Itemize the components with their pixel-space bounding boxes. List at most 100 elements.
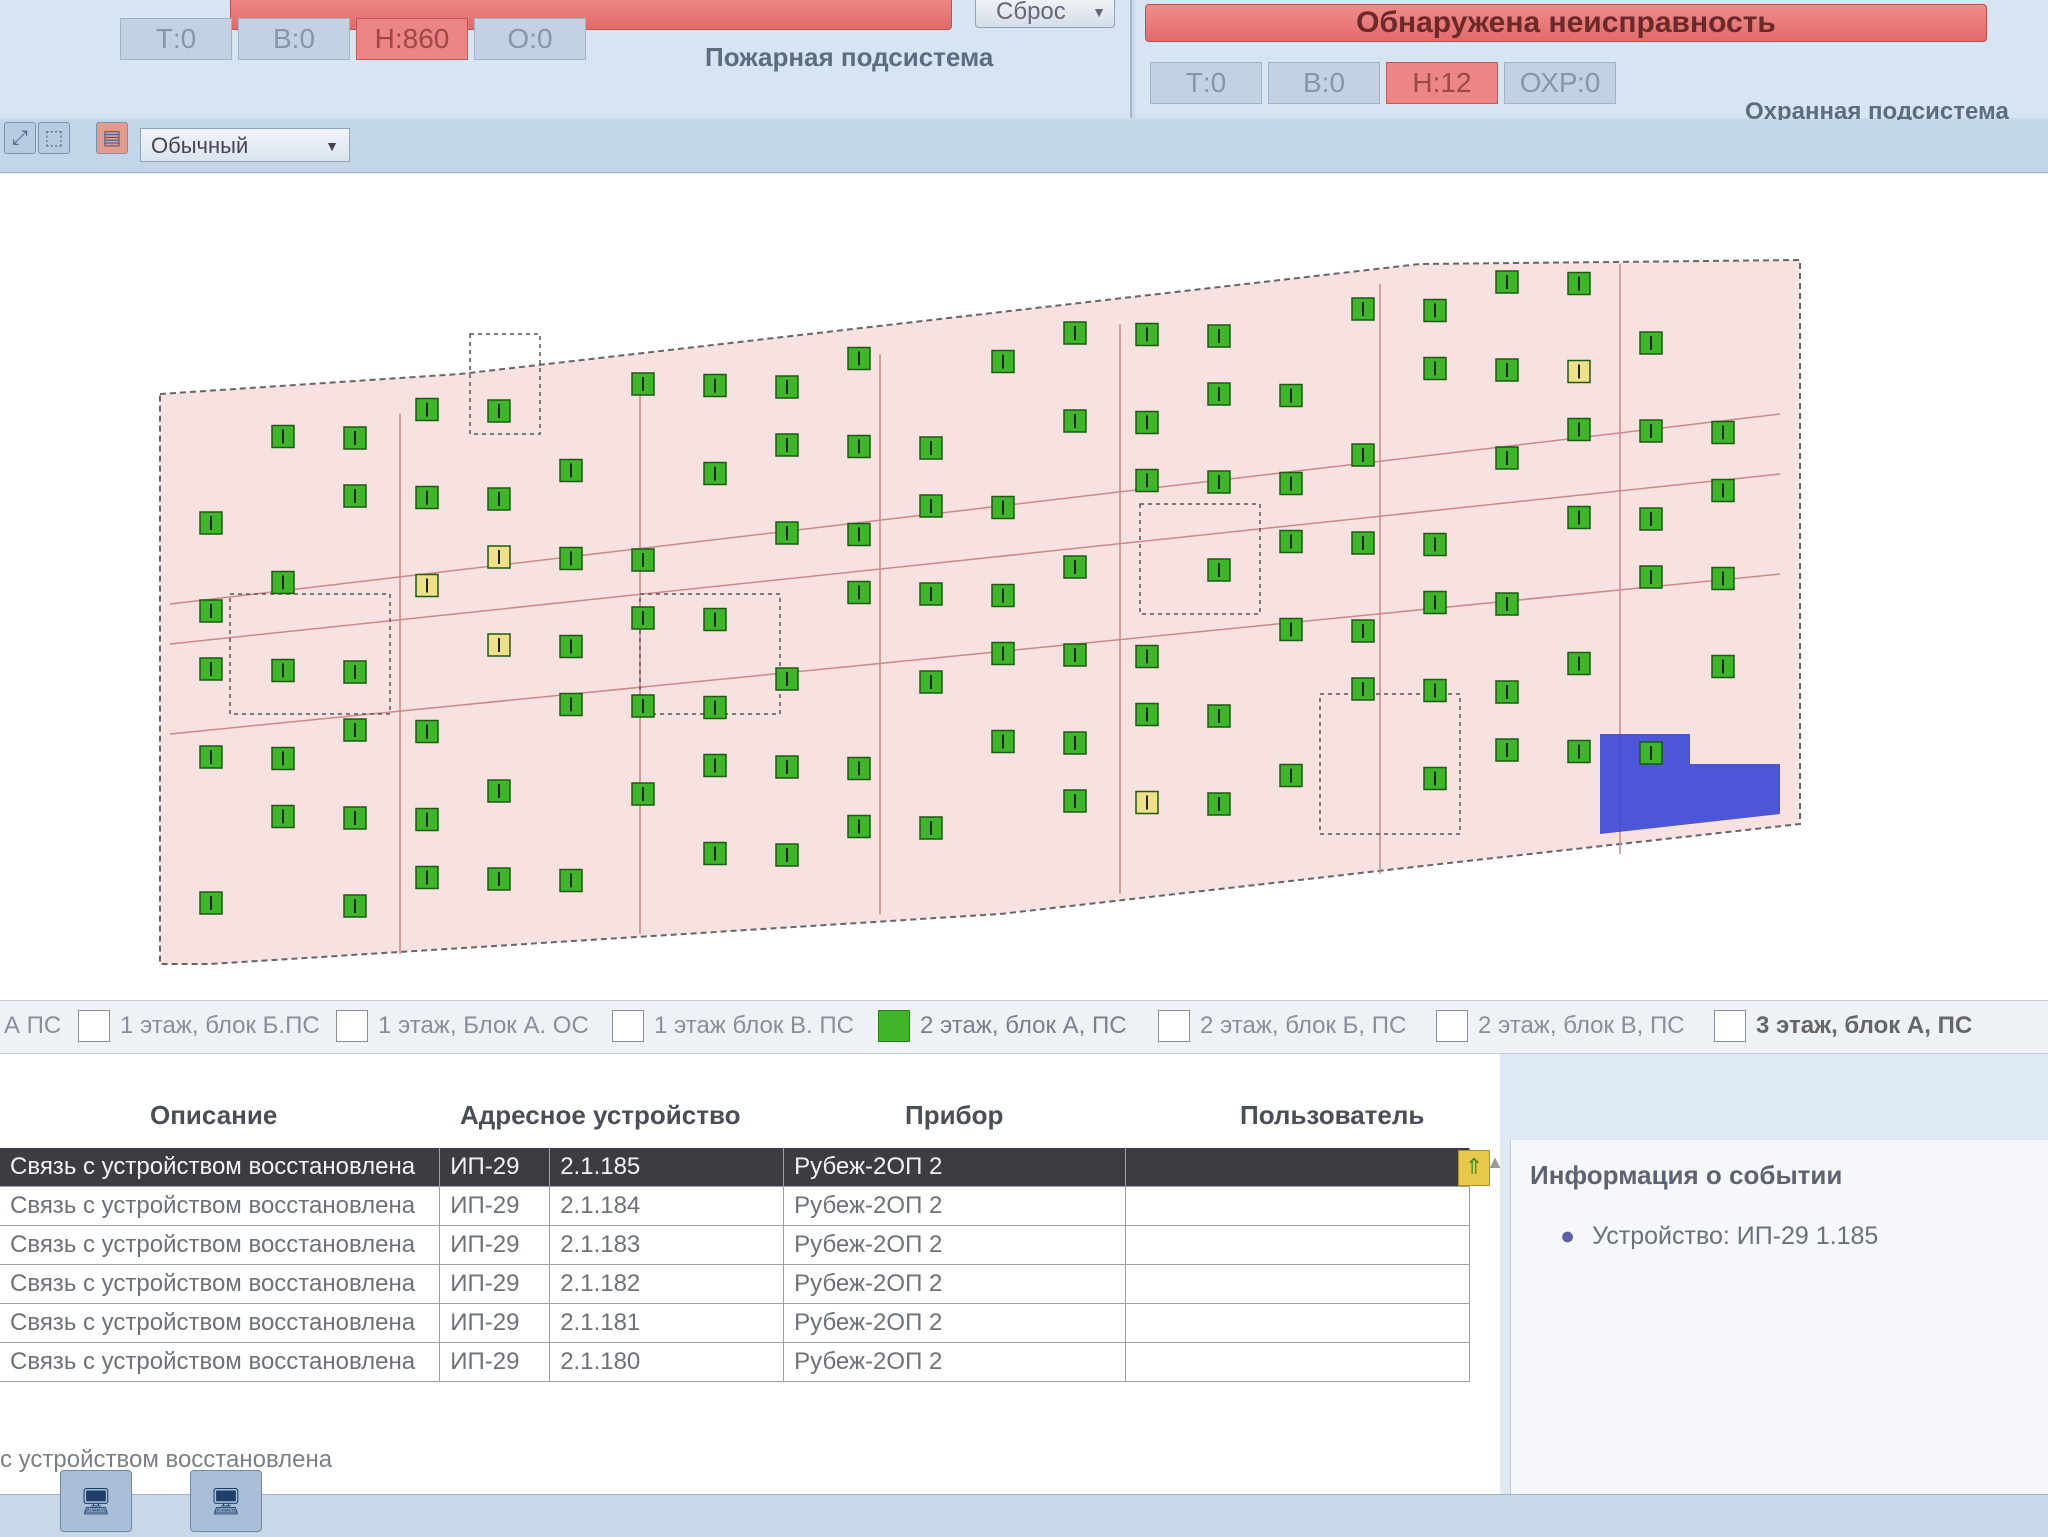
floor-tab-label: 1 этаж, Блок А. ОС bbox=[378, 1012, 589, 1039]
column-header-address-device[interactable]: Адресное устройство bbox=[460, 1100, 740, 1140]
filter-icon[interactable]: ⇑ bbox=[1458, 1150, 1490, 1186]
checkbox[interactable] bbox=[336, 1010, 368, 1042]
floor-tab-1-b-ps[interactable]: 1 этаж, блок Б.ПС bbox=[78, 1008, 320, 1044]
fire-counter-other[interactable]: О:0 bbox=[474, 18, 586, 60]
floor-tab-1-a-os[interactable]: 1 этаж, Блок А. ОС bbox=[336, 1008, 589, 1044]
cell-description: Связь с устройством восстановлена bbox=[0, 1303, 441, 1343]
cell-address: 2.1.184 bbox=[549, 1186, 785, 1226]
mode-select[interactable]: Обычный ▼ bbox=[140, 128, 350, 162]
cell-description: Связь с устройством восстановлена bbox=[0, 1225, 441, 1265]
floor-tab-label: А ПС bbox=[4, 1012, 62, 1039]
cell-type: ИП-29 bbox=[439, 1303, 551, 1343]
floor-tab-label: 1 этаж, блок Б.ПС bbox=[120, 1012, 320, 1039]
bottom-bar bbox=[0, 1494, 2048, 1537]
monitor-config-button[interactable]: 🖥 bbox=[190, 1470, 262, 1532]
checkbox[interactable] bbox=[612, 1010, 644, 1042]
cell-description: Связь с устройством восстановлена bbox=[0, 1186, 441, 1226]
cell-device: Рубеж-2ОП 2 bbox=[783, 1186, 1127, 1226]
table-row[interactable]: Связь с устройством восстановлена ИП-29 2.… bbox=[0, 1264, 1470, 1304]
zoom-icon[interactable]: ⤢ bbox=[4, 122, 36, 154]
cell-address: 2.1.182 bbox=[549, 1264, 785, 1304]
building-outline bbox=[159, 258, 1801, 965]
cell-description: Связь с устройством восстановлена bbox=[0, 1148, 441, 1187]
cell-device: Рубеж-2ОП 2 bbox=[783, 1303, 1127, 1343]
floor-tab-label: 2 этаж, блок В, ПС bbox=[1478, 1012, 1685, 1039]
table-row[interactable]: Связь с устройством восстановлена ИП-29 2.… bbox=[0, 1148, 1470, 1187]
cell-user bbox=[1125, 1186, 1470, 1226]
layer-icon[interactable]: ▤ bbox=[96, 122, 128, 154]
cell-user bbox=[1125, 1264, 1470, 1304]
floor-tab-label: 3 этаж, блок А, ПС bbox=[1756, 1012, 1973, 1039]
mode-select-value: Обычный bbox=[151, 133, 249, 158]
security-counter-trouble[interactable]: Т:0 bbox=[1150, 62, 1262, 104]
event-info-item-text: Устройство: ИП-29 1.185 bbox=[1592, 1222, 1879, 1250]
table-row[interactable]: Связь с устройством восстановлена ИП-29 2.… bbox=[0, 1225, 1470, 1265]
cell-device: Рубеж-2ОП 2 bbox=[783, 1264, 1127, 1304]
reset-button[interactable]: Сброс ▼ bbox=[975, 0, 1115, 28]
table-row[interactable]: Связь с устройством восстановлена ИП-29 2.… bbox=[0, 1342, 1470, 1382]
checkbox[interactable] bbox=[1158, 1010, 1190, 1042]
column-header-user[interactable]: Пользователь bbox=[1240, 1100, 1424, 1140]
cell-address: 2.1.185 bbox=[549, 1148, 785, 1187]
cell-type: ИП-29 bbox=[439, 1225, 551, 1265]
security-counter-off[interactable]: В:0 bbox=[1268, 62, 1380, 104]
floor-tab-2-b-ps[interactable]: 2 этаж, блок Б, ПС bbox=[1158, 1008, 1406, 1044]
cell-type: ИП-29 bbox=[439, 1264, 551, 1304]
cell-description: Связь с устройством восстановлена bbox=[0, 1342, 441, 1382]
cell-type: ИП-29 bbox=[439, 1342, 551, 1382]
event-info-panel bbox=[1510, 1140, 2048, 1494]
fire-counter-fault[interactable]: Н:860 bbox=[356, 18, 468, 60]
cell-device: Рубеж-2ОП 2 bbox=[783, 1148, 1127, 1187]
security-alarm-bar[interactable]: Обнаружена неисправность bbox=[1145, 4, 1987, 42]
cell-device: Рубеж-2ОП 2 bbox=[783, 1225, 1127, 1265]
floor-tab-label: 1 этаж блок В. ПС bbox=[654, 1012, 854, 1039]
cell-user bbox=[1125, 1225, 1470, 1265]
cell-type: ИП-29 bbox=[439, 1186, 551, 1226]
cell-user bbox=[1125, 1303, 1470, 1343]
cell-user bbox=[1125, 1342, 1470, 1382]
security-counter-guard[interactable]: ОХР:0 bbox=[1504, 62, 1616, 104]
security-counters: Т:0 В:0 Н:12 ОХР:0 bbox=[1150, 62, 1616, 104]
fire-subsystem-panel: Сброс ▼ Т:0 В:0 Н:860 О:0 Пожарная подси… bbox=[0, 0, 1132, 118]
reset-button-label: Сброс bbox=[996, 0, 1066, 25]
floor-tab-2-a-ps[interactable]: 2 этаж, блок А, ПС bbox=[878, 1008, 1127, 1044]
checkbox[interactable] bbox=[78, 1010, 110, 1042]
plan-area bbox=[0, 174, 2048, 1054]
security-subsystem-panel: Обнаружена неисправность Т:0 В:0 Н:12 ОХ… bbox=[1135, 0, 2048, 125]
cell-address: 2.1.180 bbox=[549, 1342, 785, 1382]
cell-address: 2.1.181 bbox=[549, 1303, 785, 1343]
status-line: с устройством восстановлена bbox=[0, 1446, 333, 1473]
chevron-down-icon: ▼ bbox=[1092, 4, 1106, 20]
fire-counter-trouble[interactable]: Т:0 bbox=[120, 18, 232, 60]
event-info-item: ● Устройство: ИП-29 1.185 bbox=[1560, 1222, 1878, 1251]
fire-subsystem-label: Пожарная подсистема bbox=[705, 42, 994, 72]
fit-icon[interactable]: ⬚ bbox=[38, 122, 70, 154]
table-row[interactable]: Связь с устройством восстановлена ИП-29 2.… bbox=[0, 1186, 1470, 1226]
floor-tab-3-a-ps[interactable]: 3 этаж, блок А, ПС bbox=[1714, 1008, 1972, 1044]
cell-address: 2.1.183 bbox=[549, 1225, 785, 1265]
checkbox[interactable] bbox=[1436, 1010, 1468, 1042]
chevron-down-icon: ▼ bbox=[325, 138, 339, 154]
monitor-button[interactable]: 🖥 bbox=[60, 1470, 132, 1532]
floor-tab-label: 2 этаж, блок Б, ПС bbox=[1200, 1012, 1407, 1039]
checkbox[interactable] bbox=[878, 1010, 910, 1042]
floor-tab-1-v-ps[interactable]: 1 этаж блок В. ПС bbox=[612, 1008, 854, 1044]
event-log-table: Связь с устройством восстановлена ИП-29 2.… bbox=[0, 1148, 1470, 1382]
floor-tab-label: 2 этаж, блок А, ПС bbox=[920, 1012, 1127, 1039]
floor-tab-a-ps[interactable]: А ПС bbox=[4, 1008, 61, 1044]
fire-counters: Т:0 В:0 Н:860 О:0 bbox=[120, 18, 586, 60]
checkbox[interactable] bbox=[1714, 1010, 1746, 1042]
security-counter-fault[interactable]: Н:12 bbox=[1386, 62, 1498, 104]
cell-description: Связь с устройством восстановлена bbox=[0, 1264, 441, 1304]
floor-tab-2-v-ps[interactable]: 2 этаж, блок В, ПС bbox=[1436, 1008, 1685, 1044]
fire-counter-off[interactable]: В:0 bbox=[238, 18, 350, 60]
table-row[interactable]: Связь с устройством восстановлена ИП-29 2.… bbox=[0, 1303, 1470, 1343]
floor-plan bbox=[159, 258, 1801, 965]
status-area: Сброс ▼ Т:0 В:0 Н:860 О:0 Пожарная подси… bbox=[0, 0, 2048, 125]
cell-user bbox=[1125, 1148, 1470, 1187]
event-info-title: Информация о событии bbox=[1530, 1160, 1843, 1190]
cell-type: ИП-29 bbox=[439, 1148, 551, 1187]
column-header-description[interactable]: Описание bbox=[150, 1100, 277, 1140]
column-header-device[interactable]: Прибор bbox=[905, 1100, 1003, 1140]
bullet-icon: ● bbox=[1560, 1222, 1576, 1250]
